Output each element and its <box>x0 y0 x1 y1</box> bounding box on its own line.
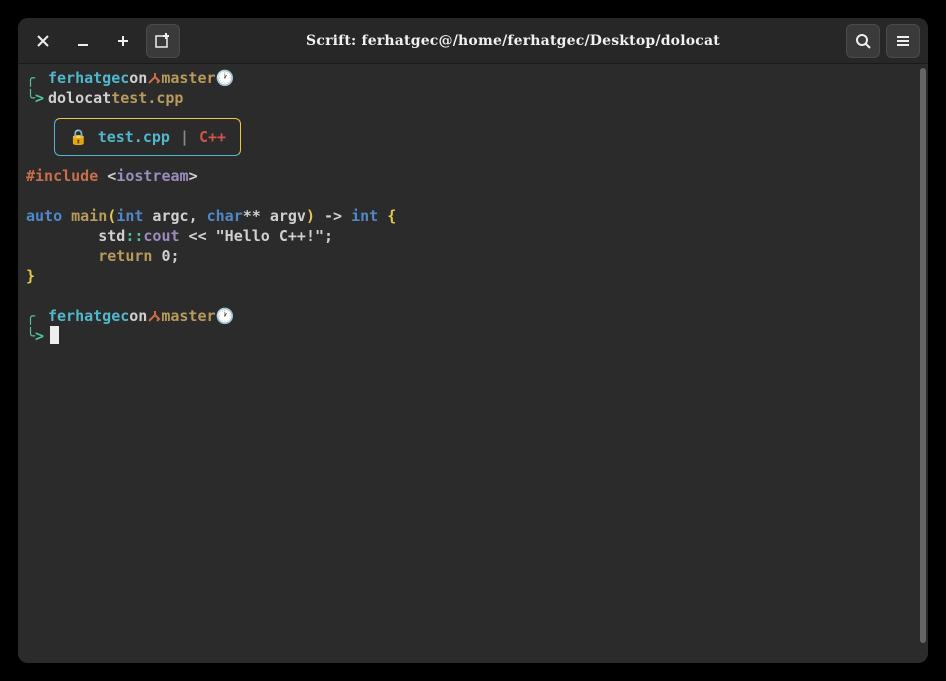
menu-button[interactable] <box>886 24 920 58</box>
terminal-cursor <box>50 326 59 344</box>
terminal-window: Scrift: ferhatgec@/home/ferhatgec/Deskto… <box>18 18 928 663</box>
prompt-user: ferhatgec <box>48 68 129 88</box>
scrollbar[interactable] <box>920 68 926 643</box>
filebox-language: C++ <box>199 127 226 147</box>
plus-icon <box>116 34 130 48</box>
prompt-arrow-icon: ╰> <box>26 89 44 107</box>
prompt-corner-icon: ╭ <box>26 307 35 325</box>
command-arg: test.cpp <box>111 88 183 108</box>
prompt-user: ferhatgec <box>48 306 129 326</box>
code-line-5: } <box>26 266 920 286</box>
prompt-arrow-icon: ╰> <box>26 327 44 345</box>
minimize-icon <box>76 34 90 48</box>
search-button[interactable] <box>846 24 880 58</box>
window-title: Scrift: ferhatgec@/home/ferhatgec/Deskto… <box>180 33 846 49</box>
prompt-on: on <box>129 306 147 326</box>
prompt-branch: master <box>161 306 215 326</box>
close-button[interactable] <box>26 24 60 58</box>
clock-icon: 🕐 <box>216 68 235 88</box>
new-tab-icon <box>155 33 171 49</box>
maximize-button[interactable] <box>106 24 140 58</box>
prompt-corner-icon: ╭ <box>26 69 35 87</box>
minimize-button[interactable] <box>66 24 100 58</box>
code-line-2: auto main(int argc, char** argv) -> int … <box>26 206 920 226</box>
code-line-1: #include <iostream> <box>26 166 920 186</box>
lock-icon: 🔒 <box>69 127 88 147</box>
prompt-on: on <box>129 68 147 88</box>
code-line-4: return 0; <box>26 246 920 266</box>
titlebar-right <box>846 24 920 58</box>
code-blank-2 <box>26 286 920 306</box>
prompt-2: ╭ ╰> ferhatgec on master 🕐 <box>26 306 920 346</box>
hamburger-icon <box>895 33 911 49</box>
code-blank-1 <box>26 186 920 206</box>
code-line-3: std::cout << "Hello C++!"; <box>26 226 920 246</box>
terminal-body[interactable]: ╭ ╰> ferhatgec on master 🕐 dolocat test.… <box>18 64 928 663</box>
branch-icon <box>147 306 161 326</box>
branch-icon <box>147 68 161 88</box>
new-tab-button[interactable] <box>146 24 180 58</box>
close-icon <box>37 35 49 47</box>
prompt-1: ╭ ╰> ferhatgec on master 🕐 dolocat test.… <box>26 68 920 108</box>
command-name: dolocat <box>48 88 111 108</box>
clock-icon: 🕐 <box>216 306 235 326</box>
search-icon <box>855 33 871 49</box>
prompt-branch: master <box>161 68 215 88</box>
filebox-filename: test.cpp <box>98 127 170 147</box>
filebox-separator: | <box>180 127 189 147</box>
titlebar-left <box>26 24 180 58</box>
file-info-box: 🔒 test.cpp | C++ <box>54 118 241 156</box>
titlebar: Scrift: ferhatgec@/home/ferhatgec/Deskto… <box>18 18 928 64</box>
